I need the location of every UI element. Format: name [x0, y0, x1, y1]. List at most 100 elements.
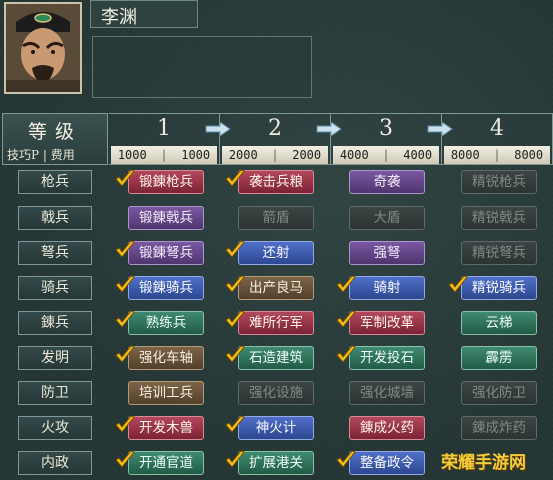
tech-button[interactable]: 奇袭	[349, 170, 425, 194]
checkmark-icon	[225, 310, 245, 328]
level-column-header: 4 8000 | 8000	[442, 113, 553, 165]
category-label: 骑兵	[18, 276, 92, 300]
level-costs: 4000 | 4000	[333, 146, 439, 164]
category-label: 发明	[18, 346, 92, 370]
tech-button[interactable]: 整备政令	[349, 451, 425, 475]
level-column-header: 2 2000 | 2000	[220, 113, 331, 165]
gold-cost: 2000	[292, 148, 322, 162]
right-arrow-icon	[427, 122, 453, 136]
tech-button[interactable]: 大盾	[349, 206, 425, 230]
checkmark-icon	[115, 450, 135, 468]
tech-button[interactable]: 强化车轴	[128, 346, 204, 370]
level-number: 3	[379, 116, 393, 141]
checkmark-icon	[336, 275, 356, 293]
tech-button[interactable]: 锻錬弩兵	[128, 241, 204, 265]
tech-button[interactable]: 培训工兵	[128, 381, 204, 405]
level-header: 等级 技巧P | 费用	[2, 113, 108, 165]
checkmark-icon	[336, 450, 356, 468]
cost-divider: |	[271, 148, 279, 162]
portrait-image	[6, 4, 80, 92]
watermark-text: 荣耀手游网	[441, 453, 526, 473]
tech-button[interactable]: 霹雳	[461, 346, 537, 370]
tech-button[interactable]: 强化设施	[238, 381, 314, 405]
tech-button[interactable]: 精锐戟兵	[461, 206, 537, 230]
tech-button[interactable]: 精锐枪兵	[461, 170, 537, 194]
checkmark-icon	[115, 345, 135, 363]
tech-button[interactable]: 开通官道	[128, 451, 204, 475]
tech-button[interactable]: 强化城墙	[349, 381, 425, 405]
level-column-header: 3 4000 | 4000	[331, 113, 442, 165]
category-label: 弩兵	[18, 241, 92, 265]
category-label: 火攻	[18, 416, 92, 440]
checkmark-icon	[225, 275, 245, 293]
info-panel	[92, 36, 312, 98]
category-label: 枪兵	[18, 170, 92, 194]
tech-button[interactable]: 神火计	[238, 416, 314, 440]
checkmark-icon	[115, 415, 135, 433]
tech-button[interactable]: 锻錬枪兵	[128, 170, 204, 194]
tech-button[interactable]: 出产良马	[238, 276, 314, 300]
tech-button[interactable]: 精锐弩兵	[461, 241, 537, 265]
checkmark-icon	[336, 310, 356, 328]
level-column-header: 1 1000 | 1000	[109, 113, 220, 165]
category-label: 防卫	[18, 381, 92, 405]
level-costs: 2000 | 2000	[222, 146, 328, 164]
cost-divider: |	[493, 148, 501, 162]
checkmark-icon	[115, 169, 135, 187]
checkmark-icon	[115, 310, 135, 328]
skill-points: 2000	[228, 148, 258, 162]
category-label: 錬兵	[18, 311, 92, 335]
tech-button[interactable]: 袭击兵粮	[238, 170, 314, 194]
checkmark-icon	[115, 275, 135, 293]
skill-points: 4000	[339, 148, 369, 162]
tech-button[interactable]: 箭盾	[238, 206, 314, 230]
checkmark-icon	[225, 450, 245, 468]
skill-points: 1000	[117, 148, 147, 162]
officer-portrait	[4, 2, 82, 94]
cost-divider: |	[382, 148, 390, 162]
watermark-logo: 荣耀手游网	[441, 448, 551, 478]
level-costs: 8000 | 8000	[444, 146, 550, 164]
checkmark-icon	[225, 169, 245, 187]
tech-button[interactable]: 强弩	[349, 241, 425, 265]
tech-button[interactable]: 难所行军	[238, 311, 314, 335]
checkmark-icon	[115, 240, 135, 258]
tech-button[interactable]: 强化防卫	[461, 381, 537, 405]
tech-button[interactable]: 扩展港关	[238, 451, 314, 475]
checkmark-icon	[336, 345, 356, 363]
tech-button[interactable]: 开发木兽	[128, 416, 204, 440]
level-number: 2	[268, 116, 282, 141]
tech-button[interactable]: 石造建筑	[238, 346, 314, 370]
tech-button[interactable]: 锻錬戟兵	[128, 206, 204, 230]
category-label: 戟兵	[18, 206, 92, 230]
checkmark-icon	[225, 345, 245, 363]
tech-button[interactable]: 錬成火药	[349, 416, 425, 440]
cost-divider: |	[160, 148, 168, 162]
level-number: 4	[490, 116, 504, 141]
level-number: 1	[157, 116, 171, 141]
tech-button[interactable]: 军制改革	[349, 311, 425, 335]
gold-cost: 1000	[181, 148, 211, 162]
tech-button[interactable]: 还射	[238, 241, 314, 265]
checkmark-icon	[448, 275, 468, 293]
checkmark-icon	[225, 240, 245, 258]
category-label: 内政	[18, 451, 92, 475]
right-arrow-icon	[316, 122, 342, 136]
tech-button[interactable]: 錬成炸药	[461, 416, 537, 440]
checkmark-icon	[225, 415, 245, 433]
officer-name-box: 李渊	[90, 0, 198, 28]
tech-button[interactable]: 熟练兵	[128, 311, 204, 335]
gold-cost: 8000	[514, 148, 544, 162]
gold-cost: 4000	[403, 148, 433, 162]
tech-button[interactable]: 精锐骑兵	[461, 276, 537, 300]
skill-cost-label: 技巧P | 费用	[7, 148, 75, 162]
tech-button[interactable]: 锻錬骑兵	[128, 276, 204, 300]
right-arrow-icon	[205, 122, 231, 136]
level-costs: 1000 | 1000	[111, 146, 217, 164]
skill-points: 8000	[450, 148, 480, 162]
tech-button[interactable]: 骑射	[349, 276, 425, 300]
tech-button[interactable]: 云梯	[461, 311, 537, 335]
tech-button[interactable]: 开发投石	[349, 346, 425, 370]
officer-name: 李渊	[101, 7, 137, 28]
level-label: 等级	[27, 121, 82, 143]
